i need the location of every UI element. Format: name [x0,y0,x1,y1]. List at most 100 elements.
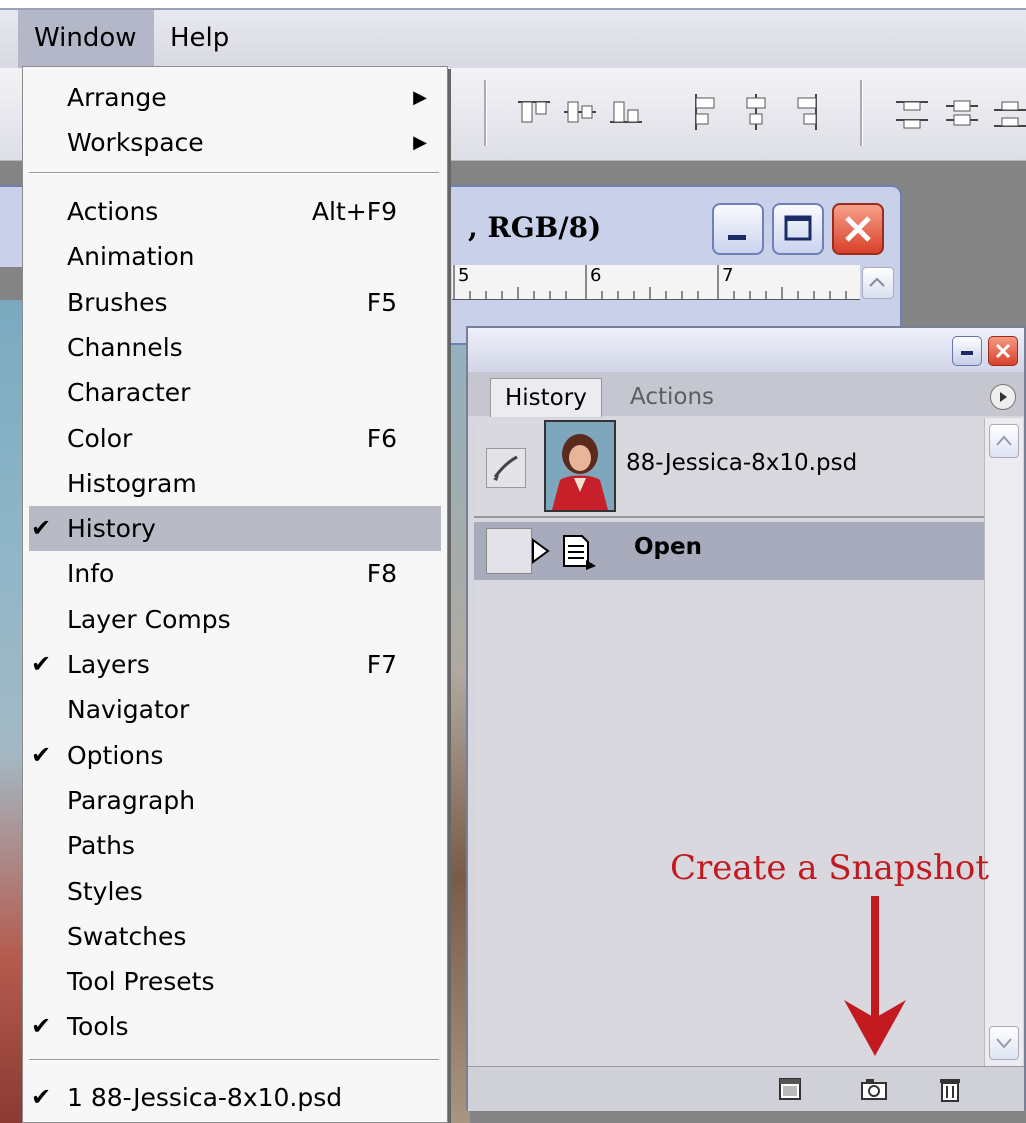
toolbar-separator [860,80,863,146]
distribute-bottom-icon[interactable] [990,90,1026,134]
checkmark-icon: ✔ [31,741,52,769]
palette-scrollbar[interactable] [984,418,1023,1066]
tab-actions[interactable]: Actions [616,378,728,416]
document-scroll-up-button[interactable] [862,267,894,299]
new-document-icon [779,1078,801,1100]
checkmark-icon: ✔ [31,650,52,678]
menu-item-shortcut: Alt+F9 [311,197,397,226]
close-button[interactable] [832,203,884,255]
palette-close-button[interactable] [988,336,1018,366]
checkmark-icon: ✔ [31,1083,52,1111]
history-state-row[interactable]: Open [474,522,984,580]
menu-item-options[interactable]: ✔ Options [23,733,447,778]
menu-item-workspace[interactable]: Workspace ▶ [23,120,447,165]
menu-separator [29,1059,439,1061]
palette-title-bar[interactable] [468,328,1024,372]
menu-item-actions[interactable]: Actions Alt+F9 [23,189,447,234]
menu-item-label: Brushes [67,288,168,317]
menu-item-label: Options [67,741,164,770]
menu-item-label: History [67,514,156,543]
history-brush-source-icon[interactable] [486,448,526,488]
menu-item-history[interactable]: ✔ History [29,506,441,551]
align-top-edges-icon[interactable] [514,90,554,134]
palette-scroll-up-button[interactable] [989,424,1019,458]
menu-item-label: Animation [67,242,195,271]
menu-item-label: Histogram [67,469,197,498]
menu-item-arrange[interactable]: Arrange ▶ [23,75,447,120]
checkmark-icon: ✔ [31,1012,52,1040]
menu-item-color[interactable]: Color F6 [23,416,447,461]
snapshot-thumbnail[interactable] [544,420,616,512]
align-vertical-centers-icon[interactable] [560,90,600,134]
menu-item-label: Character [67,378,191,407]
menu-item-recent-document[interactable]: ✔ 1 88-Jessica-8x10.psd [23,1075,447,1120]
menu-item-label: Actions [67,197,159,226]
menu-item-swatches[interactable]: Swatches [23,914,447,959]
menu-item-layers[interactable]: ✔ Layers F7 [23,642,447,687]
document-glyph [563,535,596,570]
menu-item-layer-comps[interactable]: Layer Comps [23,597,447,642]
distribute-vertical-centers-icon[interactable] [942,90,982,134]
horizontal-ruler: 5 6 7 [452,265,860,300]
trash-icon [940,1079,960,1102]
annotation-label: Create a Snapshot [670,848,990,888]
menu-item-navigator[interactable]: Navigator [23,687,447,732]
palette-scroll-down-button[interactable] [989,1026,1019,1060]
history-state-name: Open [634,534,702,560]
delete-state-button[interactable] [934,1073,966,1105]
menu-item-character[interactable]: Character [23,370,447,415]
menu-item-label: Channels [67,333,183,362]
distribute-top-icon[interactable] [892,90,932,134]
palette-menu-button[interactable] [990,384,1016,410]
portrait-thumbnail-image [546,422,614,510]
menu-item-label: Layers [67,650,150,679]
tab-history[interactable]: History [490,378,602,417]
menu-item-channels[interactable]: Channels [23,325,447,370]
menu-item-tools[interactable]: ✔ Tools [23,1004,447,1049]
menu-item-animation[interactable]: Animation [23,234,447,279]
menu-item-label: Arrange [67,83,167,112]
menu-help[interactable]: Help [154,10,245,68]
menu-item-label: Paragraph [67,786,196,815]
triangle-right-icon [1000,392,1007,402]
ruler-label: 6 [590,265,602,286]
snapshot-name: 88-Jessica-8x10.psd [626,450,858,476]
maximize-icon [784,215,812,241]
menu-item-styles[interactable]: Styles [23,869,447,914]
align-right-edges-icon[interactable] [786,90,826,134]
create-new-snapshot-button[interactable] [858,1073,890,1105]
snapshot-row[interactable]: 88-Jessica-8x10.psd [474,418,984,518]
menu-item-label: Tool Presets [67,967,215,996]
menu-item-paths[interactable]: Paths [23,823,447,868]
menu-item-brushes[interactable]: Brushes F5 [23,280,447,325]
submenu-arrow-icon: ▶ [413,132,427,153]
menu-item-label: 1 88-Jessica-8x10.psd [67,1083,343,1112]
submenu-arrow-icon: ▶ [413,87,427,108]
document-state-icon [560,532,600,580]
menu-separator [29,172,439,174]
brush-glyph [493,455,518,481]
annotation-arrow-icon [844,896,906,1056]
minimize-button[interactable] [712,203,764,255]
align-bottom-edges-icon[interactable] [606,90,646,134]
ruler-label: 5 [458,265,470,286]
menu-item-label: Styles [67,877,143,906]
align-left-edges-icon[interactable] [686,90,726,134]
menu-item-label: Info [67,559,115,588]
menu-item-label: Color [67,424,133,453]
new-document-from-state-button[interactable] [774,1073,806,1105]
maximize-button[interactable] [772,203,824,255]
menu-item-tool-presets[interactable]: Tool Presets [23,959,447,1004]
menu-item-shortcut: F7 [366,650,397,679]
history-source-checkbox[interactable] [486,528,532,574]
camera-icon [861,1079,887,1100]
menu-item-info[interactable]: Info F8 [23,551,447,596]
menu-item-paragraph[interactable]: Paragraph [23,778,447,823]
toolbar-separator [484,80,487,146]
menu-window[interactable]: Window [18,10,154,68]
align-horizontal-centers-icon[interactable] [736,90,776,134]
close-icon [845,216,871,242]
palette-bottom-bar [468,1066,1024,1111]
menu-item-histogram[interactable]: Histogram [23,461,447,506]
palette-minimize-button[interactable] [952,336,982,366]
